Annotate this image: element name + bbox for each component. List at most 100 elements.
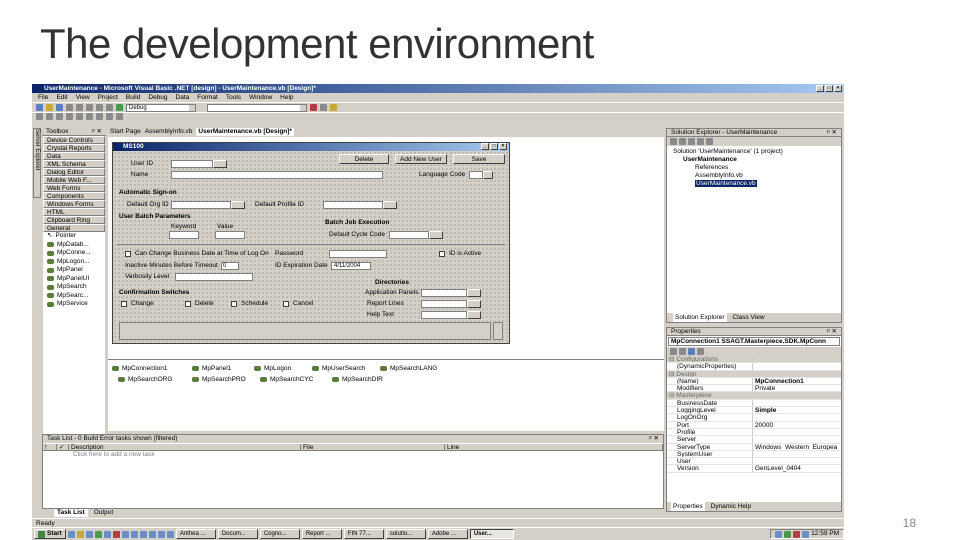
tray-component[interactable]: MpSearchPRO bbox=[192, 376, 246, 383]
help-text-lookup-button[interactable] bbox=[467, 311, 481, 319]
application-panels-input[interactable] bbox=[421, 289, 467, 297]
menu-item-debug[interactable]: Debug bbox=[148, 93, 167, 102]
tray-component[interactable]: MpSearchDIR bbox=[332, 376, 383, 383]
default-cycle-code-input[interactable] bbox=[389, 231, 429, 239]
toolbox-icon[interactable] bbox=[330, 104, 337, 111]
taskbar-task[interactable]: Docum... bbox=[217, 529, 258, 539]
default-cycle-code-lookup-button[interactable] bbox=[429, 231, 443, 239]
tree-references[interactable]: References bbox=[671, 164, 837, 172]
taskbar-task[interactable]: Report ... bbox=[301, 529, 342, 539]
tree-project[interactable]: UserMaintenance bbox=[671, 156, 837, 164]
quicklaunch-icon[interactable] bbox=[94, 530, 102, 538]
redo-icon[interactable] bbox=[106, 104, 113, 111]
tab-class-view[interactable]: Class View bbox=[733, 313, 765, 322]
align-left-icon[interactable] bbox=[36, 113, 43, 120]
delete-button[interactable]: Delete bbox=[339, 154, 389, 164]
property-row[interactable]: Server bbox=[667, 436, 841, 444]
col-done[interactable]: ✓ bbox=[57, 444, 69, 451]
tree-assemblyinfo[interactable]: AssemblyInfo.vb bbox=[671, 172, 837, 180]
cut-icon[interactable] bbox=[66, 104, 73, 111]
default-profile-id-lookup-button[interactable] bbox=[383, 201, 397, 209]
toolbox-tab[interactable]: Dialog Editor bbox=[43, 168, 105, 176]
toolbox-pointer[interactable]: ↖ Pointer bbox=[43, 232, 105, 241]
language-code-lookup-button[interactable] bbox=[483, 171, 493, 179]
id-expiration-input[interactable]: 4/11/2004 bbox=[331, 262, 371, 270]
property-row[interactable]: ServerType Windows_Western_Europea bbox=[667, 443, 841, 451]
menu-item-data[interactable]: Data bbox=[176, 93, 190, 102]
toolbox-component[interactable]: MpDatab... bbox=[43, 241, 105, 250]
menu-item-window[interactable]: Window bbox=[249, 93, 272, 102]
verbosity-select[interactable] bbox=[175, 273, 253, 281]
tree-solution[interactable]: Solution 'UserMaintenance' (1 project) bbox=[671, 148, 837, 156]
lock-controls-icon[interactable] bbox=[116, 113, 123, 120]
undo-icon[interactable] bbox=[96, 104, 103, 111]
help-text-input[interactable] bbox=[421, 311, 467, 319]
toolbox-tab[interactable]: XML Schema bbox=[43, 160, 105, 168]
property-value[interactable] bbox=[753, 429, 841, 435]
property-value[interactable]: 20000 bbox=[753, 422, 841, 428]
property-value[interactable] bbox=[753, 363, 841, 369]
tray-icon[interactable] bbox=[802, 530, 810, 538]
doc-tab[interactable]: Start Page bbox=[110, 128, 141, 136]
properties-icon[interactable] bbox=[320, 104, 327, 111]
save-icon[interactable] bbox=[56, 104, 63, 111]
copy-icon[interactable] bbox=[76, 104, 83, 111]
value-input[interactable] bbox=[215, 231, 245, 239]
same-size-icon[interactable] bbox=[76, 113, 83, 120]
property-value[interactable]: Simple bbox=[753, 407, 841, 413]
col-description[interactable]: Description bbox=[69, 444, 301, 451]
menu-item-build[interactable]: Build bbox=[126, 93, 140, 102]
property-value[interactable]: Windows_Western_Europea bbox=[753, 444, 841, 450]
menu-item-edit[interactable]: Edit bbox=[56, 93, 67, 102]
property-row[interactable]: (Name) MpConnection1 bbox=[667, 377, 841, 386]
quicklaunch-icon[interactable] bbox=[85, 530, 93, 538]
order-icon[interactable] bbox=[106, 113, 113, 120]
taskbar-task[interactable]: FIN 77... bbox=[343, 529, 384, 539]
quicklaunch-icon[interactable] bbox=[139, 530, 147, 538]
inactive-minutes-input[interactable]: 0 bbox=[221, 262, 239, 270]
report-lines-lookup-button[interactable] bbox=[467, 300, 481, 308]
change-business-date-checkbox[interactable] bbox=[125, 251, 131, 257]
name-input[interactable] bbox=[171, 171, 383, 179]
paste-icon[interactable] bbox=[86, 104, 93, 111]
cancel-checkbox[interactable] bbox=[283, 301, 289, 307]
property-value[interactable] bbox=[753, 451, 841, 457]
taskbar-task[interactable]: User... bbox=[469, 529, 514, 539]
tray-icon[interactable] bbox=[784, 530, 792, 538]
application-panels-lookup-button[interactable] bbox=[467, 289, 481, 297]
default-profile-id-input[interactable] bbox=[323, 201, 383, 209]
is-active-checkbox[interactable] bbox=[439, 251, 445, 257]
property-row[interactable]: SystemUser bbox=[667, 450, 841, 459]
form-minimize-button[interactable]: _ bbox=[481, 143, 489, 150]
tab-properties[interactable]: Properties bbox=[671, 502, 705, 511]
tab-task-list[interactable]: Task List bbox=[54, 509, 88, 517]
events-icon[interactable] bbox=[697, 348, 704, 355]
grid-icon[interactable] bbox=[86, 113, 93, 120]
tray-icon[interactable] bbox=[775, 530, 783, 538]
align-right-icon[interactable] bbox=[56, 113, 63, 120]
col-priority[interactable]: ! bbox=[43, 444, 57, 451]
property-row[interactable]: LoggingLevel Simple bbox=[667, 407, 841, 415]
toolbox-component[interactable]: MpSearch bbox=[43, 283, 105, 292]
default-org-id-input[interactable] bbox=[171, 201, 231, 209]
tray-component[interactable]: MpConnection1 bbox=[112, 365, 168, 372]
ms100-form[interactable]: MS100 _ □ × Delete Add New User Save Use… bbox=[112, 142, 510, 344]
menu-item-project[interactable]: Project bbox=[98, 93, 118, 102]
alphabetical-icon[interactable] bbox=[679, 348, 686, 355]
tray-component[interactable]: MpLogon bbox=[254, 365, 291, 372]
toolbox-tab[interactable]: Components bbox=[43, 192, 105, 200]
maximize-button[interactable]: □ bbox=[825, 85, 833, 92]
properties-view-icon[interactable] bbox=[688, 348, 695, 355]
refresh-icon[interactable] bbox=[688, 138, 695, 145]
quicklaunch-icon[interactable] bbox=[76, 530, 84, 538]
taskbar-task[interactable]: Anthea ... bbox=[175, 529, 216, 539]
new-task-row[interactable]: Click here to add a new task bbox=[43, 451, 663, 459]
add-new-user-button[interactable]: Add New User bbox=[395, 154, 447, 164]
toolbox-component[interactable]: MpService bbox=[43, 300, 105, 309]
col-line[interactable]: Line bbox=[445, 444, 663, 451]
save-button[interactable]: Save bbox=[453, 154, 505, 164]
object-selector[interactable]: MpConnection1 SSAGT.Masterpiece.SDK.MpCo… bbox=[668, 337, 840, 346]
report-lines-input[interactable] bbox=[421, 300, 467, 308]
doc-tab[interactable]: UserMaintenance.vb [Design]* bbox=[196, 128, 294, 136]
categorized-icon[interactable] bbox=[670, 348, 677, 355]
